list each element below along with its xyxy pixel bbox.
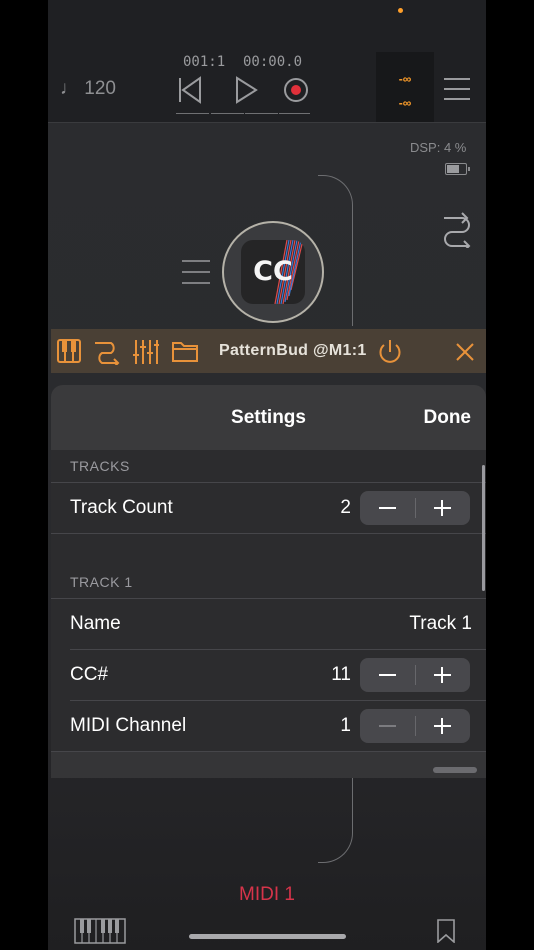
settings-sheet: Settings Done TRACKS Track Count 2 TRACK… (51, 385, 486, 778)
decrement-button[interactable] (360, 658, 415, 692)
rewind-icon[interactable] (176, 72, 206, 108)
plugin-node-label: CC (253, 256, 293, 287)
routing-icon[interactable] (93, 339, 121, 365)
track-count-row: Track Count 2 (51, 483, 486, 533)
transport-underline (279, 113, 310, 114)
hamburger-menu-icon[interactable] (444, 76, 470, 102)
track-count-stepper[interactable] (360, 491, 470, 525)
close-icon[interactable] (455, 342, 475, 362)
power-icon[interactable] (377, 339, 403, 365)
status-dot (398, 8, 403, 13)
transport-underline (176, 113, 209, 114)
plugin-toolbar: PatternBud @M1:1 (51, 329, 486, 373)
midi-output-label[interactable]: MIDI 1 (48, 884, 486, 906)
piano-keys-icon[interactable] (74, 918, 126, 944)
position-time: 00:00.0 (243, 54, 303, 70)
transport-underline (211, 113, 244, 114)
name-row[interactable]: Name Track 1 (51, 599, 486, 649)
home-indicator (189, 934, 346, 939)
transport-bar: ♩ 120 001:1 00:00.0 -∞ -∞ (48, 0, 486, 123)
piano-keys-icon[interactable] (57, 339, 81, 363)
plugin-logo: CC (241, 240, 305, 304)
settings-header: Settings Done (51, 385, 486, 450)
sheet-resize-strip (51, 752, 486, 778)
midi-channel-label: MIDI Channel (70, 715, 187, 736)
name-value[interactable]: Track 1 (409, 613, 472, 635)
plugin-node[interactable]: CC (222, 221, 324, 323)
cc-number-label: CC# (70, 664, 109, 685)
done-button[interactable]: Done (424, 407, 472, 429)
track-count-value: 2 (340, 497, 351, 518)
scrollbar[interactable] (482, 465, 485, 591)
meter-left-value: -∞ (398, 72, 412, 86)
section-header-tracks: TRACKS (70, 458, 130, 474)
app-window: ♩ 120 001:1 00:00.0 -∞ -∞ DSP: 4 % CC Pa… (48, 0, 486, 950)
sliders-icon[interactable] (133, 339, 159, 365)
play-icon[interactable] (233, 72, 259, 108)
output-meter[interactable]: -∞ -∞ (376, 52, 434, 122)
routing-icon[interactable] (442, 212, 472, 248)
tempo-display[interactable]: ♩ 120 (60, 78, 116, 100)
increment-button[interactable] (415, 491, 470, 525)
cc-number-row: CC# 11 (51, 650, 486, 700)
midi-channel-row: MIDI Channel 1 (51, 701, 486, 751)
name-label: Name (70, 613, 121, 634)
connection-cable (318, 175, 353, 326)
bookmark-icon[interactable] (437, 919, 455, 943)
increment-button[interactable] (415, 658, 470, 692)
track-count-label: Track Count (70, 497, 173, 518)
increment-button[interactable] (415, 709, 470, 743)
transport-underline (245, 113, 278, 114)
midi-channel-value: 1 (340, 715, 351, 736)
cc-number-value: 11 (331, 664, 351, 685)
plugin-title: PatternBud @M1:1 (219, 342, 367, 359)
decrement-button[interactable] (360, 491, 415, 525)
cc-number-stepper[interactable] (360, 658, 470, 692)
resize-grabber[interactable] (433, 767, 477, 773)
meter-right-value: -∞ (398, 96, 412, 110)
dsp-readout: DSP: 4 % (410, 140, 467, 155)
record-icon[interactable] (281, 72, 311, 108)
node-menu-icon[interactable] (182, 258, 210, 286)
decrement-button[interactable] (360, 709, 415, 743)
section-header-track-1: TRACK 1 (70, 574, 133, 590)
folder-icon[interactable] (172, 339, 198, 363)
battery-icon (445, 163, 470, 175)
position-bars: 001:1 (183, 54, 226, 70)
midi-channel-stepper[interactable] (360, 709, 470, 743)
row-divider (51, 533, 486, 534)
settings-title: Settings (231, 407, 306, 428)
